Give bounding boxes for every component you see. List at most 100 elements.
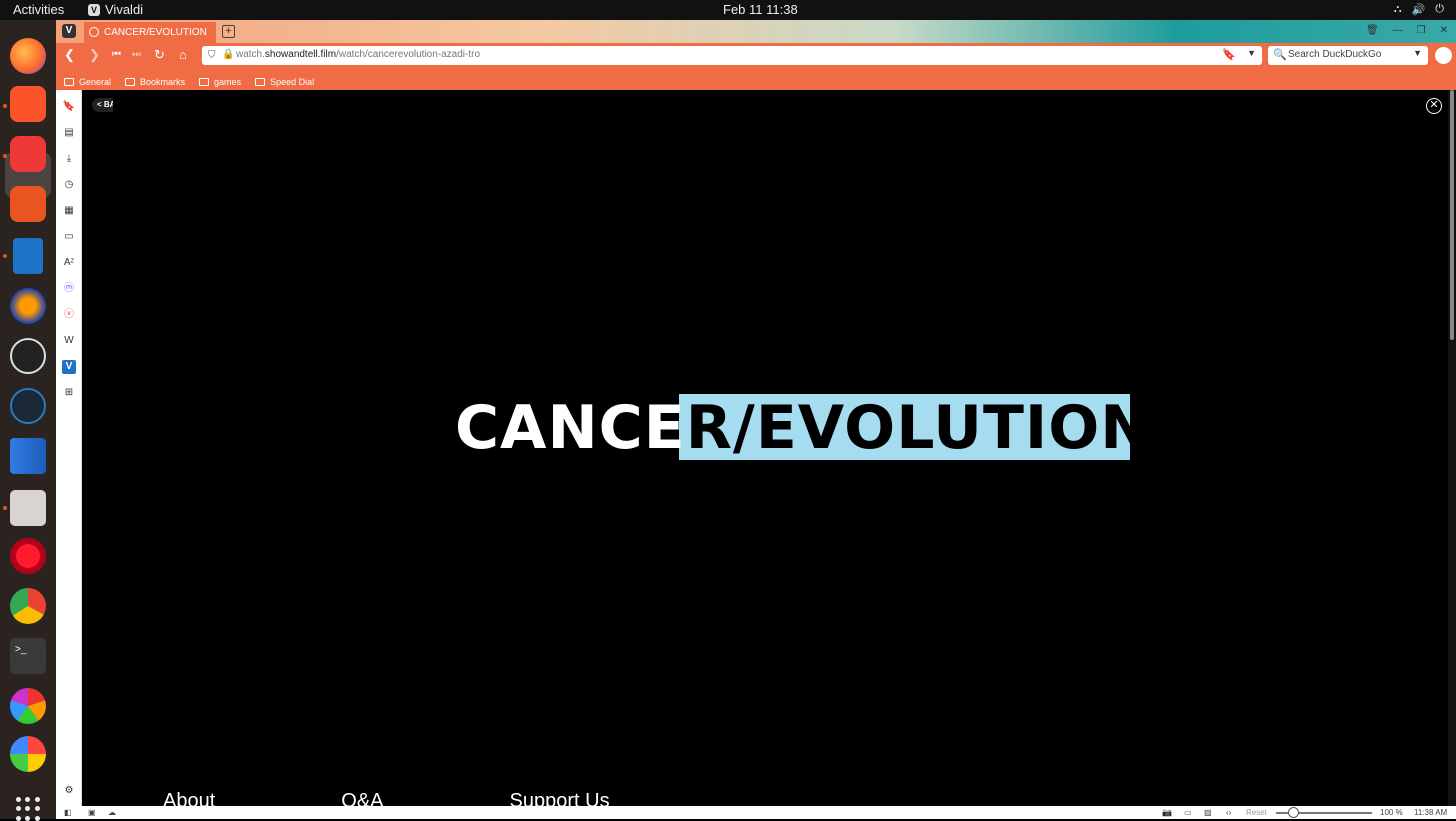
tab-title: CANCER/EVOLUTION <box>104 27 207 38</box>
mastodon-icon[interactable]: ⓜ <box>62 282 76 296</box>
scrollbar-thumb[interactable] <box>1450 90 1454 340</box>
vivaldi-panel-icon[interactable]: ⓥ <box>62 308 76 322</box>
dock: >_ <box>0 20 56 821</box>
status-clock: 11:38 AM <box>1414 808 1448 817</box>
wikipedia-icon[interactable]: W <box>62 334 76 348</box>
app-menu[interactable]: V Vivaldi <box>88 2 143 17</box>
bookmarks-panel-icon[interactable]: 🔖 <box>62 100 76 114</box>
panel-toggle-icon[interactable]: ◧ <box>64 808 72 817</box>
reading-list-icon[interactable]: ▤ <box>62 126 76 140</box>
url-field[interactable]: ⛉ 🔒 watch.showandtell.film/watch/cancere… <box>202 46 1262 65</box>
reload-button[interactable]: ↻ <box>154 48 165 62</box>
brave-icon[interactable] <box>10 86 46 122</box>
bookmark-folder-games[interactable]: games <box>199 73 241 90</box>
minimize-button[interactable]: — <box>1393 25 1403 36</box>
clock[interactable]: Feb 11 11:38 <box>723 2 798 17</box>
window-icon[interactable]: ▭ <box>1184 808 1192 817</box>
bookmark-folder-speed-dial[interactable]: Speed Dial <box>255 73 314 90</box>
notes-icon[interactable]: ▦ <box>62 204 76 218</box>
cloud-sync-icon[interactable]: ☁ <box>108 808 116 817</box>
search-icon: 🔍 <box>1273 49 1287 61</box>
bookmark-label: Bookmarks <box>140 76 186 87</box>
zoom-slider-knob[interactable] <box>1288 807 1299 818</box>
status-bar: ◧ ▣ ☁ 📷 ▭ ▨ ‹› Reset 100 % 11:38 AM <box>56 806 1456 819</box>
power-icon: ⏻ <box>1435 3 1444 15</box>
vivaldi-menu-button[interactable]: V <box>62 24 76 38</box>
history-icon[interactable]: ◷ <box>62 178 76 192</box>
bookmark-label: Speed Dial <box>270 76 315 87</box>
chevron-down-icon[interactable]: ▼ <box>1247 48 1256 58</box>
tab-active[interactable]: CANCER/EVOLUTION <box>84 22 216 43</box>
bookmarks-bar: General Bookmarks games Speed Dial <box>56 68 1456 90</box>
side-panel: 🔖 ▤ ⤓ ◷ ▦ ▭ Aᶻ ⓜ ⓥ W V ⊞ ⚙ <box>56 90 82 819</box>
trash-icon[interactable]: 🗑 <box>1366 25 1379 36</box>
vivaldi-icon[interactable] <box>10 136 46 172</box>
close-window-button[interactable]: ✕ <box>1440 25 1448 36</box>
fast-forward-button[interactable]: ⏭ <box>132 48 141 62</box>
volume-icon: 🔊 <box>1411 4 1426 16</box>
bookmark-label: General <box>79 76 112 87</box>
system-top-bar: Activities V Vivaldi Feb 11 11:38 ⛬ 🔊 ⏻ <box>0 0 1456 20</box>
new-tab-button[interactable]: + <box>222 25 235 38</box>
settings-icon[interactable]: ⚙ <box>62 784 76 798</box>
bookmark-folder-bookmarks[interactable]: Bookmarks <box>125 73 185 90</box>
translate-icon[interactable]: Aᶻ <box>62 256 76 270</box>
profile-avatar[interactable] <box>1435 47 1452 64</box>
home-button[interactable]: ⌂ <box>179 48 187 62</box>
url-domain: showandtell.film <box>264 49 337 60</box>
downloads-icon[interactable]: ⤓ <box>62 152 76 166</box>
system-tray[interactable]: ⛬ 🔊 ⏻ <box>1394 3 1444 16</box>
vivaldi-social-icon[interactable]: V <box>62 360 76 374</box>
search-field[interactable]: 🔍 Search DuckDuckGo ▼ <box>1268 46 1428 65</box>
rewind-button[interactable]: ⏮ <box>112 48 121 62</box>
close-icon[interactable]: ✕ <box>1426 98 1442 114</box>
obs-icon[interactable] <box>10 338 46 374</box>
folder-icon <box>255 77 266 86</box>
writer-icon[interactable] <box>13 238 43 274</box>
scrollbar[interactable] <box>1448 90 1456 806</box>
bookmark-label: games <box>214 76 242 87</box>
kdenlive-icon[interactable] <box>10 438 46 474</box>
footer-link-qa[interactable]: Q&A <box>341 790 383 806</box>
darktable-icon[interactable] <box>10 688 46 724</box>
steam-icon[interactable] <box>10 388 46 424</box>
restore-button[interactable]: ❐ <box>1417 25 1426 36</box>
activities-button[interactable]: Activities <box>13 2 64 17</box>
terminal-icon[interactable]: >_ <box>10 638 46 674</box>
title-part-white: CANCE <box>455 393 686 463</box>
bookmark-icon[interactable]: 🔖 <box>1222 48 1236 61</box>
footer-links: About Q&A Support Us <box>163 790 610 806</box>
files-icon[interactable] <box>10 490 46 526</box>
forward-button[interactable]: ❯ <box>89 48 100 62</box>
footer-link-about[interactable]: About <box>163 790 215 806</box>
add-panel-icon[interactable]: ⊞ <box>62 386 76 400</box>
show-apps-icon[interactable] <box>16 797 40 821</box>
tab-bar: V CANCER/EVOLUTION + 🗑 — ❐ ✕ <box>56 20 1456 43</box>
audacity-icon[interactable] <box>10 288 46 324</box>
lock-icon[interactable]: 🔒 <box>222 49 234 60</box>
chevron-down-icon[interactable]: ▼ <box>1413 48 1422 58</box>
title-part-black: R/EVOLUTION <box>685 393 1152 463</box>
video-player[interactable]: CANCER/EVOLUTION <box>113 90 1414 765</box>
app-name: Vivaldi <box>105 2 144 17</box>
running-indicator <box>3 154 7 158</box>
app-center-icon[interactable] <box>10 186 46 222</box>
vivaldi-icon: V <box>88 3 100 16</box>
folder-icon <box>125 77 136 86</box>
code-icon[interactable]: ‹› <box>1226 808 1231 817</box>
running-indicator <box>3 506 7 510</box>
firefox-icon[interactable] <box>10 38 46 74</box>
image-icon[interactable]: ▨ <box>1204 808 1212 817</box>
window-panel-icon[interactable]: ▭ <box>62 230 76 244</box>
zoom-reset-button[interactable]: Reset <box>1246 808 1267 817</box>
shield-icon[interactable]: ⛉ <box>208 50 216 61</box>
camera-icon[interactable]: 📷 <box>1162 808 1172 817</box>
chrome-icon[interactable] <box>10 588 46 624</box>
tab-tiling-icon[interactable]: ▣ <box>88 808 96 817</box>
url-path: /watch/cancerevolution-azadi-tro <box>336 49 481 60</box>
opera-icon[interactable] <box>10 538 46 574</box>
bookmark-folder-general[interactable]: General <box>64 73 111 90</box>
back-button[interactable]: ❮ <box>64 48 75 62</box>
photo-icon[interactable] <box>10 736 46 772</box>
footer-link-support[interactable]: Support Us <box>510 790 610 806</box>
